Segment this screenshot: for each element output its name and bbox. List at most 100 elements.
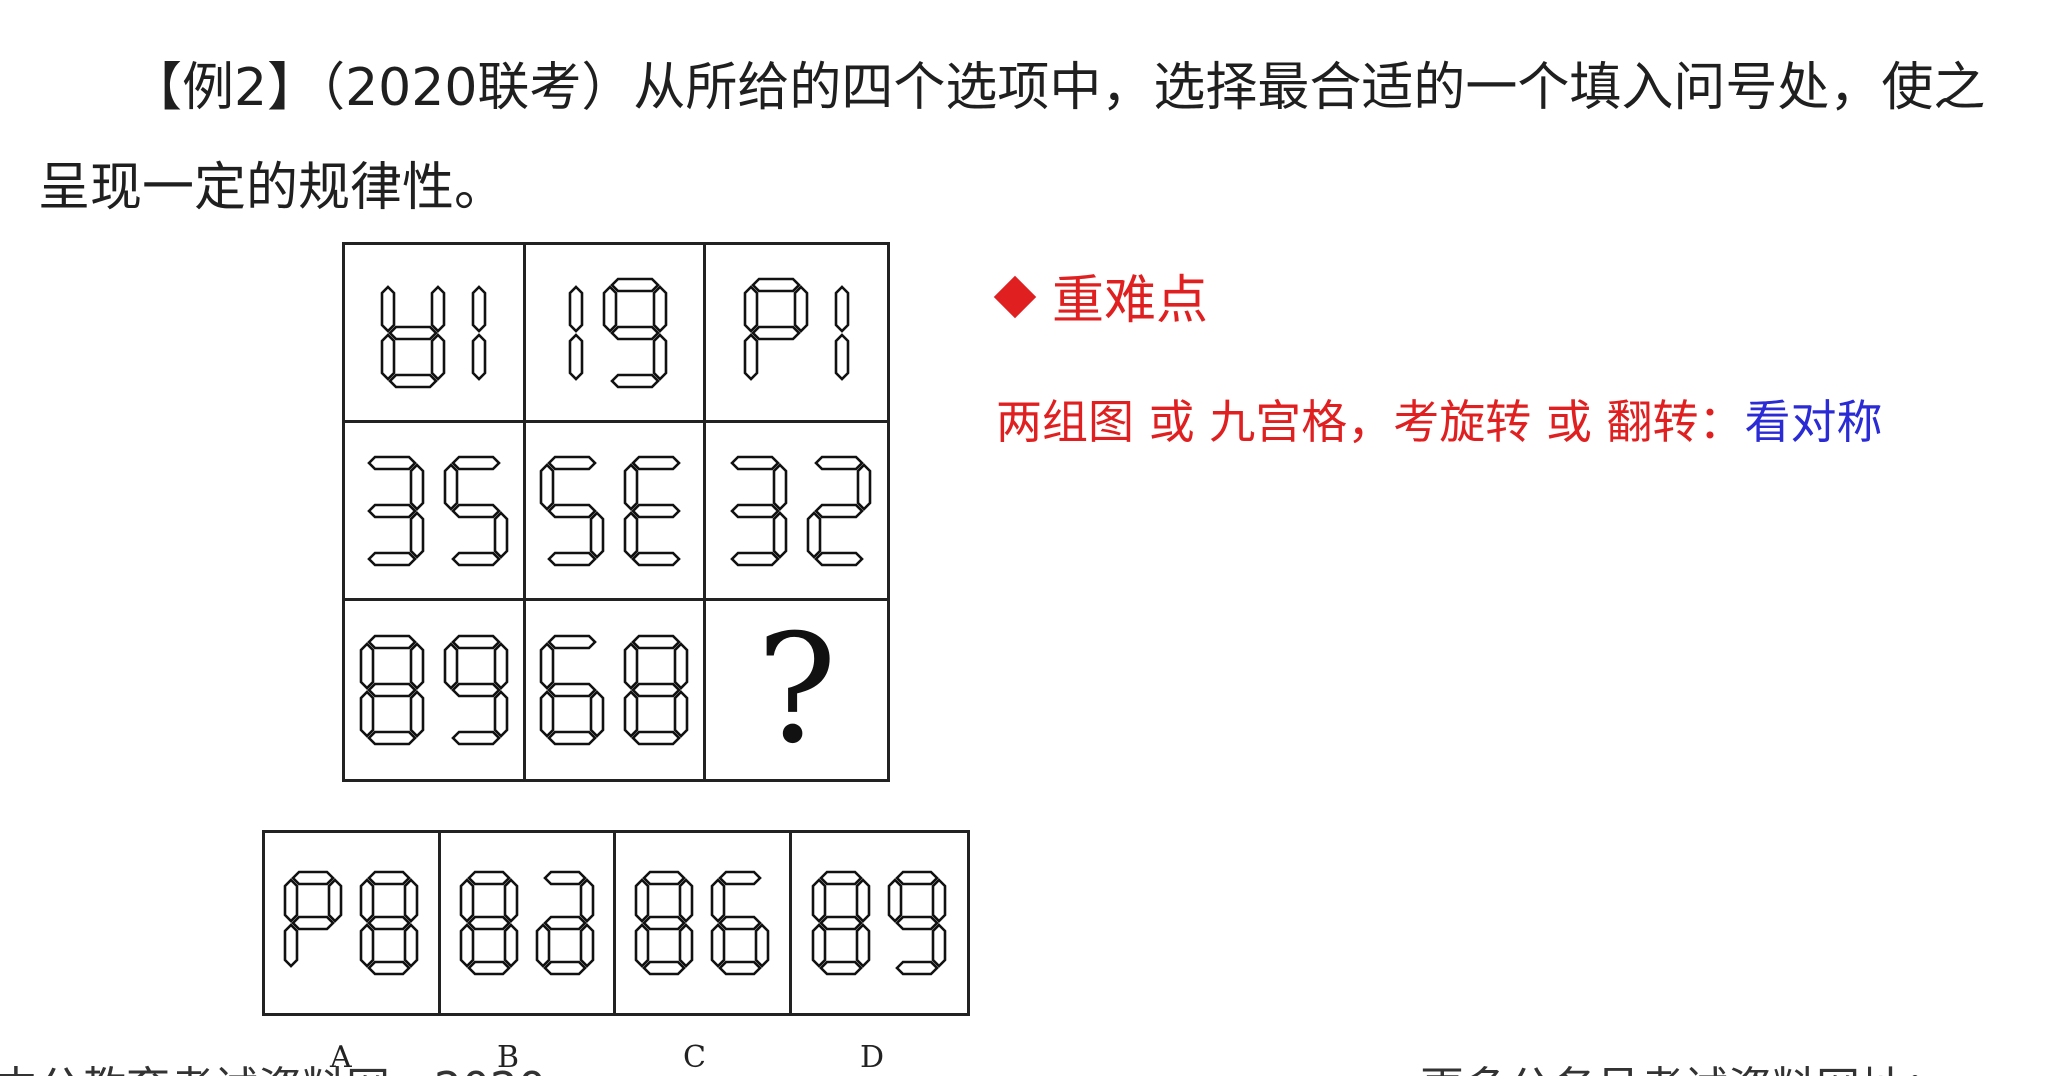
segment-d	[466, 960, 511, 976]
digit-pair	[458, 869, 596, 977]
segment-f	[602, 284, 618, 333]
segment-g	[895, 915, 940, 931]
segment-c	[409, 690, 425, 738]
segment-digit-icon	[887, 870, 947, 976]
digit-pair	[560, 276, 669, 390]
segment-a	[751, 277, 801, 292]
puzzle-grid: ?	[342, 242, 890, 782]
segment-a	[547, 634, 598, 650]
segment-f	[359, 878, 375, 923]
segment-f	[710, 878, 726, 923]
segment-c	[590, 690, 605, 738]
option-b[interactable]	[441, 833, 616, 1013]
segment-digit-icon	[568, 284, 584, 381]
segment-a	[819, 870, 864, 886]
segment-d	[610, 373, 660, 388]
segment-a	[291, 870, 336, 886]
segment-g	[547, 503, 598, 518]
segment-digit-icon	[359, 870, 419, 976]
segment-f	[624, 642, 639, 690]
segment-a	[895, 870, 940, 886]
option-d[interactable]	[792, 833, 968, 1013]
grid-cell-3	[706, 245, 887, 423]
segment-digit-icon	[283, 870, 343, 968]
grid-cell-9: ?	[706, 601, 887, 779]
key-point-hint: 两组图 或 九宫格，考旋转 或 翻转：看对称	[996, 386, 1883, 452]
segment-digit-icon	[540, 455, 605, 566]
key-point-heading: 重难点	[993, 258, 1209, 333]
segment-digit-icon	[602, 277, 668, 388]
digit-pair	[379, 276, 488, 390]
segment-b	[579, 878, 595, 923]
segment-b	[403, 878, 419, 923]
segment-f	[459, 878, 475, 923]
segment-c	[754, 923, 770, 968]
segment-c	[674, 690, 689, 738]
segment-c	[652, 332, 668, 381]
segment-g	[631, 682, 682, 698]
question-line-1: 【例2】（2020联考）从所给的四个选项中，选择最合适的一个填入问号处，使之	[130, 58, 1986, 118]
segment-digit-icon	[443, 634, 509, 746]
segment-c	[493, 510, 509, 559]
segment-digit-icon	[359, 634, 425, 746]
segment-e	[634, 923, 650, 968]
segment-digit-icon	[540, 634, 605, 746]
segment-g	[819, 915, 864, 931]
segment-a	[729, 455, 780, 470]
segment-g	[813, 503, 864, 518]
segment-a	[642, 870, 687, 886]
segment-a	[450, 634, 501, 650]
segment-b	[503, 878, 519, 923]
segment-a	[547, 455, 598, 470]
segment-a	[631, 634, 682, 650]
segment-e	[743, 332, 759, 381]
option-c[interactable]	[616, 833, 792, 1013]
segment-c	[772, 510, 787, 559]
key-point-title: 重难点	[1052, 271, 1209, 331]
option-letter-d[interactable]: D	[860, 1040, 884, 1075]
segment-e	[459, 923, 475, 968]
option-letter-c[interactable]: C	[683, 1040, 706, 1075]
segment-digit-icon	[624, 455, 682, 566]
segment-g	[642, 915, 687, 931]
segment-a	[367, 870, 412, 886]
segment-d	[642, 960, 687, 976]
segment-g	[466, 915, 511, 931]
segment-b	[493, 642, 509, 690]
segment-e	[540, 690, 555, 738]
segment-a	[542, 870, 587, 886]
segment-c	[590, 510, 605, 559]
segment-d	[819, 960, 864, 976]
segment-digit-icon	[710, 870, 770, 976]
segment-c	[568, 332, 584, 381]
cut-off-footer-right: 更多公务员考试资料网址：	[1420, 1052, 1948, 1076]
digit-pair	[538, 454, 690, 568]
segment-d	[813, 551, 864, 566]
segment-d	[542, 960, 587, 976]
segment-a	[813, 455, 864, 470]
segment-f	[887, 878, 903, 923]
segment-g	[388, 325, 439, 340]
segment-f	[540, 462, 555, 511]
segment-c	[834, 332, 850, 381]
segment-digit-icon	[472, 284, 487, 381]
segment-d	[895, 960, 940, 976]
segment-a	[366, 455, 417, 470]
segment-c	[493, 690, 509, 738]
digit-pair	[358, 633, 510, 747]
segment-g	[450, 503, 501, 518]
segment-e	[806, 510, 821, 559]
segment-d	[366, 551, 417, 566]
segment-e	[624, 690, 639, 738]
segment-digit-icon	[381, 284, 446, 388]
segment-g	[751, 325, 801, 340]
segment-digit-icon	[806, 455, 871, 566]
segment-c	[503, 923, 519, 968]
segment-c	[678, 923, 694, 968]
grid-cell-4	[345, 423, 526, 601]
segment-d	[366, 730, 417, 746]
segment-c	[403, 923, 419, 968]
segment-b	[772, 462, 787, 511]
option-a[interactable]	[265, 833, 441, 1013]
segment-digit-icon	[634, 870, 694, 976]
